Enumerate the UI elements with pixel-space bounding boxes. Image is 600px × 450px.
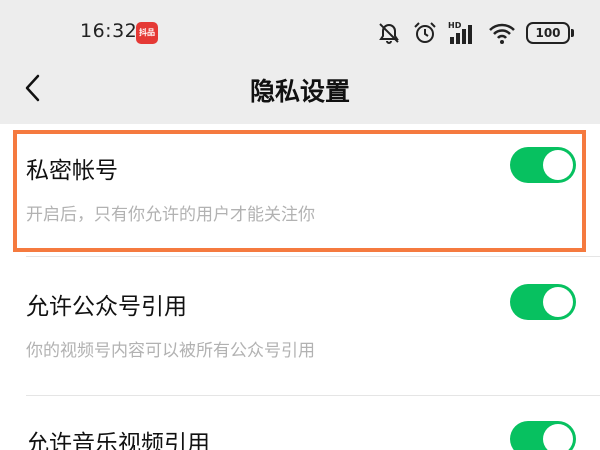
setting-title: 允许音乐视频引用 [26,431,210,450]
private-account-toggle[interactable] [510,147,576,183]
alarm-icon [414,22,436,43]
signal-icon: HD [448,21,472,44]
setting-allow-official-account-quote: 允许公众号引用 你的视频号内容可以被所有公众号引用 [0,257,600,395]
wifi-icon [489,23,515,44]
setting-allow-music-video-quote: 允许音乐视频引用 [0,396,600,450]
status-time: 16:32 [80,20,138,42]
setting-description: 开启后，只有你允许的用户才能关注你 [26,205,315,225]
toggle-knob [543,287,573,317]
status-icons: HD 100 [376,16,574,50]
official-account-quote-toggle[interactable] [510,284,576,320]
network-type-label: HD [448,21,462,30]
setting-description: 你的视频号内容可以被所有公众号引用 [26,341,315,361]
toggle-knob [543,424,573,450]
setting-title: 允许公众号引用 [26,294,187,320]
setting-private-account: 私密帐号 开启后，只有你允许的用户才能关注你 [0,124,600,256]
battery-icon: 100 [526,22,574,44]
app-notification-icon: 抖品 [136,22,158,44]
music-video-quote-toggle[interactable] [510,421,576,450]
mute-icon [379,23,399,44]
setting-title: 私密帐号 [26,158,118,184]
page-title: 隐私设置 [249,77,350,106]
settings-list: 私密帐号 开启后，只有你允许的用户才能关注你 允许公众号引用 你的视频号内容可以… [0,124,600,450]
nav-bar: 隐私设置 [0,66,600,112]
toggle-knob [543,150,573,180]
status-bar: 16:32 抖品 HD 100 [0,0,600,66]
